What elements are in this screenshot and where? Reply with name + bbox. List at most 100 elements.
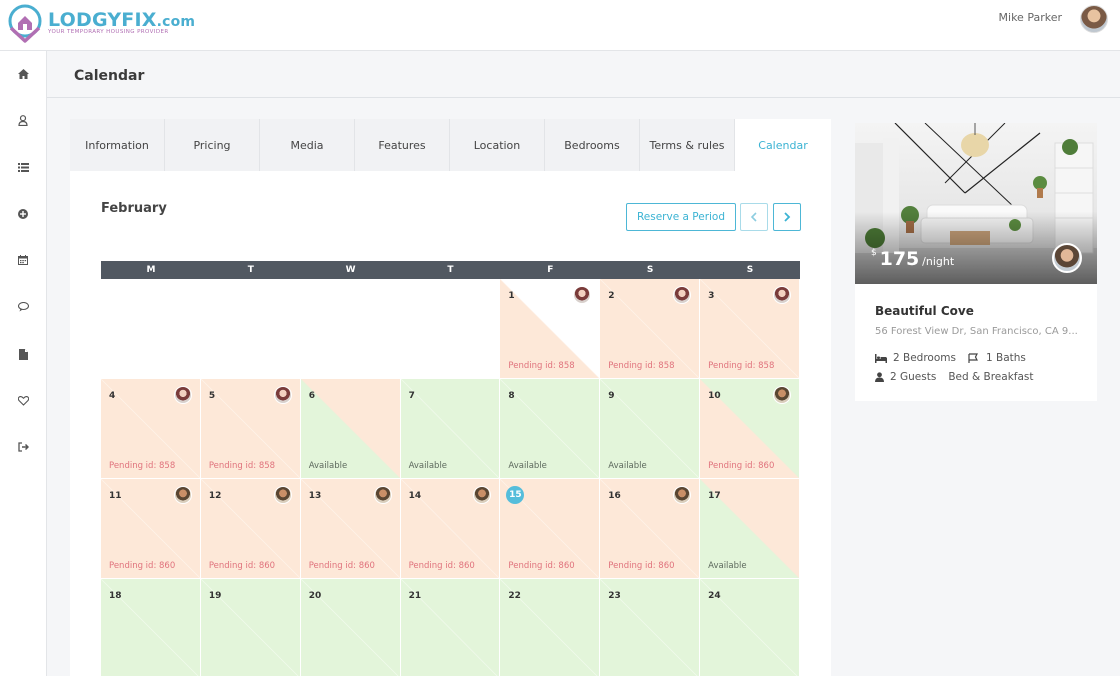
calendar-empty-cell: [300, 279, 401, 379]
calendar-day-cell[interactable]: 3 Pending id: 858: [700, 279, 800, 379]
day-number: 24: [708, 591, 721, 601]
calendar-day-cell[interactable]: 20: [300, 579, 401, 676]
booking-status: Pending id: 860: [109, 561, 176, 571]
calendar-day-cell[interactable]: 1 Pending id: 858: [500, 279, 601, 379]
tab-pricing[interactable]: Pricing: [165, 119, 260, 171]
day-number: 10: [708, 391, 721, 401]
calendar-day-cell[interactable]: 19: [200, 579, 301, 676]
calendar-day-cell[interactable]: 10 Pending id: 860: [700, 379, 800, 479]
calendar-day-cell[interactable]: 21: [400, 579, 501, 676]
calendar-day-cell[interactable]: 17 Available: [700, 479, 800, 579]
bath-icon: [968, 353, 978, 363]
bedrooms-count: 2 Bedrooms: [893, 352, 956, 364]
calendar-day-cell[interactable]: 12 Pending id: 860: [200, 479, 301, 579]
calendar-icon[interactable]: [16, 253, 30, 267]
day-number: 21: [408, 591, 422, 601]
listing-name[interactable]: Beautiful Cove: [875, 304, 974, 318]
prev-month-button[interactable]: [740, 203, 768, 231]
top-header: LODGYFIX.com YOUR TEMPORARY HOUSING PROV…: [0, 0, 1120, 51]
day-number: 8: [508, 391, 515, 401]
brand-logo[interactable]: LODGYFIX.com YOUR TEMPORARY HOUSING PROV…: [4, 2, 195, 46]
tab-information[interactable]: Information: [70, 119, 165, 171]
guest-avatar: [772, 386, 791, 404]
tab-bedrooms[interactable]: Bedrooms: [545, 119, 640, 171]
weekday-label: F: [547, 265, 554, 275]
calendar-empty-cell: [101, 279, 201, 379]
page-title: Calendar: [74, 68, 145, 84]
calendar-day-cell[interactable]: 4 Pending id: 858: [101, 379, 201, 479]
day-number: 6: [308, 391, 315, 401]
brand-tagline: YOUR TEMPORARY HOUSING PROVIDER: [48, 29, 169, 35]
house-logo-icon: [8, 4, 42, 43]
listing-guest-info: 2 Guests Bed & Breakfast: [875, 371, 1034, 383]
calendar-day-cell[interactable]: 8 Available: [500, 379, 601, 479]
document-icon[interactable]: [16, 347, 30, 361]
listing-address: 56 Forest View Dr, San Francisco, CA 9..…: [875, 326, 1078, 337]
logout-icon[interactable]: [16, 440, 30, 454]
home-icon[interactable]: [16, 67, 30, 81]
booking-status: Available: [308, 461, 348, 471]
user-icon[interactable]: [16, 113, 30, 127]
calendar-day-cell[interactable]: 6 Available: [300, 379, 401, 479]
page-title-bar: Calendar: [47, 51, 1120, 98]
chevron-right-icon: [784, 212, 791, 222]
price-per-night: /night: [922, 255, 955, 268]
guest-avatar: [673, 486, 692, 504]
calendar-day-cell[interactable]: 24: [700, 579, 800, 676]
day-number: 1: [508, 291, 515, 301]
booking-status: Pending id: 858: [508, 361, 575, 371]
day-number: 5: [208, 391, 216, 401]
heart-icon[interactable]: [16, 394, 30, 408]
day-number: 16: [608, 491, 621, 501]
guest-avatar: [273, 386, 292, 404]
tab-features[interactable]: Features: [355, 119, 450, 171]
calendar-day-cell-today[interactable]: 15 Pending id: 860: [500, 479, 601, 579]
today-marker: 15: [506, 486, 525, 504]
calendar-day-cell[interactable]: 5 Pending id: 858: [200, 379, 301, 479]
host-avatar[interactable]: [1052, 243, 1082, 273]
calendar-day-cell[interactable]: 18: [101, 579, 201, 676]
weekday-label: T: [447, 265, 454, 275]
calendar-empty-cell: [200, 279, 301, 379]
guests-count: 2 Guests: [890, 371, 937, 383]
listing-photo[interactable]: $ 175 /night: [855, 123, 1097, 284]
calendar-day-cell[interactable]: 2 Pending id: 858: [600, 279, 701, 379]
tab-terms-rules[interactable]: Terms & rules: [640, 119, 735, 171]
weekday-label: W: [345, 265, 356, 275]
user-name[interactable]: Mike Parker: [999, 11, 1062, 24]
day-number: 3: [708, 291, 715, 301]
calendar-body: 1 Pending id: 858 2 Pending id: 858 3 Pe…: [101, 279, 800, 676]
listing-price: $ 175 /night: [871, 248, 954, 270]
calendar-day-cell[interactable]: 7 Available: [400, 379, 501, 479]
guests-icon: [875, 372, 884, 382]
booking-status: Pending id: 858: [208, 461, 276, 471]
calendar-day-cell[interactable]: 11 Pending id: 860: [101, 479, 201, 579]
calendar-day-cell[interactable]: 14 Pending id: 860: [400, 479, 501, 579]
day-number: 13: [308, 491, 322, 501]
day-number: 14: [408, 491, 422, 501]
guest-avatar: [173, 386, 192, 404]
booking-status: Pending id: 860: [308, 561, 375, 571]
tab-location[interactable]: Location: [450, 119, 545, 171]
booking-status: Pending id: 860: [608, 561, 675, 571]
day-number: 20: [308, 591, 322, 601]
list-icon[interactable]: [16, 160, 30, 174]
user-avatar[interactable]: [1080, 5, 1108, 33]
calendar-day-cell[interactable]: 13 Pending id: 860: [300, 479, 401, 579]
calendar-day-cell[interactable]: 16 Pending id: 860: [600, 479, 701, 579]
guest-avatar: [473, 486, 492, 504]
chat-icon[interactable]: [16, 300, 30, 314]
tab-calendar[interactable]: Calendar: [735, 119, 831, 171]
calendar-day-cell[interactable]: 22: [500, 579, 601, 676]
booking-status: Pending id: 858: [708, 361, 775, 371]
chevron-left-icon: [750, 212, 757, 222]
next-month-button[interactable]: [773, 203, 801, 231]
calendar-day-cell[interactable]: 23: [600, 579, 701, 676]
listing-card[interactable]: $ 175 /night Beautiful Cove 56 Forest Vi…: [855, 123, 1097, 401]
plus-circle-icon[interactable]: [16, 207, 30, 221]
reserve-period-button[interactable]: Reserve a Period: [626, 203, 736, 231]
day-number: 9: [608, 391, 615, 401]
calendar-empty-cell: [400, 279, 501, 379]
calendar-day-cell[interactable]: 9 Available: [600, 379, 701, 479]
tab-media[interactable]: Media: [260, 119, 355, 171]
